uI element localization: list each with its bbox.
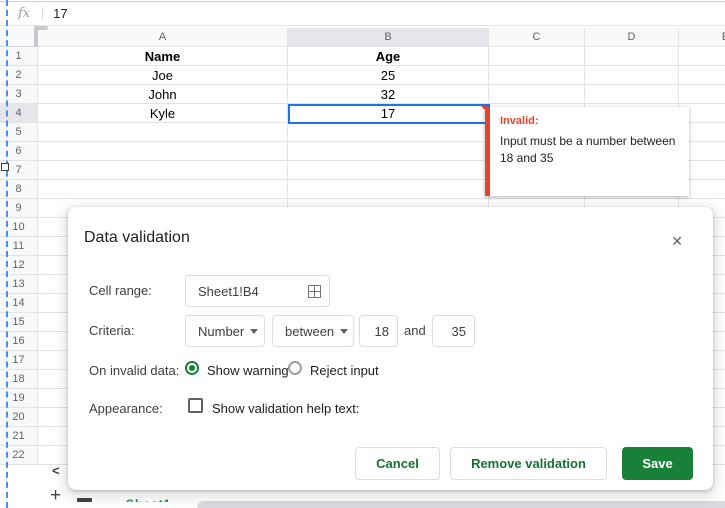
cell-a5[interactable]	[38, 123, 288, 142]
sheet-tab-label: Sheet1	[126, 497, 171, 502]
close-icon[interactable]: ✕	[671, 233, 683, 250]
all-sheets-menu-icon[interactable]	[77, 498, 92, 502]
show-warning-radio[interactable]	[185, 361, 199, 375]
cell-a2[interactable]: Joe	[38, 66, 288, 85]
show-warning-label[interactable]: Show warning	[207, 363, 289, 378]
appearance-label: Appearance:	[89, 401, 163, 416]
cancel-button[interactable]: Cancel	[355, 447, 440, 480]
cell-a1[interactable]: Name	[38, 47, 288, 66]
cell-a7[interactable]	[38, 161, 288, 180]
cell-e1[interactable]	[679, 47, 725, 66]
sheet-tab[interactable]: Sheet1	[126, 495, 186, 502]
on-invalid-data-label: On invalid data:	[89, 363, 179, 378]
chevron-down-icon	[340, 329, 348, 334]
column-header-a[interactable]: A	[38, 28, 288, 47]
and-label: and	[404, 323, 426, 338]
show-help-text-checkbox[interactable]	[188, 398, 203, 413]
cell-d3[interactable]	[585, 85, 679, 104]
criteria-type-value: Number	[198, 324, 244, 339]
formula-bar: fx 17	[0, 1, 725, 26]
formula-bar-value[interactable]: 17	[53, 6, 67, 21]
cell-b3[interactable]: 32	[288, 85, 489, 104]
min-value-input[interactable]: 18	[359, 315, 398, 347]
cell-e3[interactable]	[679, 85, 725, 104]
cell-range-input[interactable]: Sheet1!B4	[185, 275, 330, 307]
criteria-condition-dropdown[interactable]: between	[272, 315, 354, 347]
cell-b5[interactable]	[288, 123, 489, 142]
cell-c2[interactable]	[489, 66, 585, 85]
data-validation-dialog: Data validation ✕ Cell range: Sheet1!B4 …	[68, 207, 713, 490]
tooltip-title: Invalid:	[500, 115, 675, 127]
cell-c1[interactable]	[489, 47, 585, 66]
grid-row-1: 1NameAge	[0, 47, 725, 66]
save-button[interactable]: Save	[622, 447, 693, 480]
selection-marquee-line	[6, 0, 8, 508]
show-help-text-label[interactable]: Show validation help text:	[212, 401, 359, 416]
cell-range-label: Cell range:	[89, 283, 152, 298]
fx-icon: fx	[18, 6, 30, 21]
cell-c3[interactable]	[489, 85, 585, 104]
dialog-title: Data validation	[84, 229, 190, 247]
cell-b6[interactable]	[288, 142, 489, 161]
cell-a4[interactable]: Kyle	[38, 104, 288, 123]
cell-d2[interactable]	[585, 66, 679, 85]
column-header-d[interactable]: D	[585, 28, 679, 47]
column-header-c[interactable]: C	[489, 28, 585, 47]
remove-validation-button[interactable]: Remove validation	[450, 447, 607, 480]
add-sheet-button[interactable]: +	[50, 485, 61, 507]
criteria-condition-value: between	[285, 324, 334, 339]
grid-row-2: 2Joe25	[0, 66, 725, 85]
validation-warning-tooltip: Invalid: Input must be a number between …	[485, 107, 689, 196]
tooltip-message-line1: Input must be a number between	[500, 134, 675, 148]
cell-a8[interactable]	[38, 180, 288, 199]
column-header-e[interactable]: E	[679, 28, 725, 47]
drag-handle[interactable]	[1, 163, 9, 171]
formula-bar-divider	[42, 7, 43, 21]
reject-input-label[interactable]: Reject input	[310, 363, 379, 378]
grid-row-3: 3John32	[0, 85, 725, 104]
cell-b1[interactable]: Age	[288, 47, 489, 66]
select-data-range-icon[interactable]	[308, 285, 321, 298]
cell-d1[interactable]	[585, 47, 679, 66]
cell-b2[interactable]: 25	[288, 66, 489, 85]
cell-a3[interactable]: John	[38, 85, 288, 104]
cell-a6[interactable]	[38, 142, 288, 161]
max-value-input[interactable]: 35	[432, 315, 475, 347]
chevron-down-icon	[250, 329, 258, 334]
tooltip-message-line2: 18 and 35	[500, 151, 553, 165]
formula-bar-resize-handle[interactable]	[34, 26, 48, 30]
criteria-label: Criteria:	[89, 323, 135, 338]
bottom-bar	[197, 501, 725, 508]
cell-b7[interactable]	[288, 161, 489, 180]
scroll-left-button[interactable]: <	[52, 463, 60, 478]
column-header-b[interactable]: B	[288, 28, 489, 47]
cell-e2[interactable]	[679, 66, 725, 85]
spreadsheet-app: fx 17 ABCDE1NameAge2Joe253John324Kyle175…	[0, 0, 725, 508]
cell-b8[interactable]	[288, 180, 489, 199]
selected-cell-b4[interactable]	[288, 104, 490, 124]
cell-range-value: Sheet1!B4	[198, 284, 308, 299]
reject-input-radio[interactable]	[288, 361, 302, 375]
criteria-type-dropdown[interactable]: Number	[185, 315, 265, 347]
